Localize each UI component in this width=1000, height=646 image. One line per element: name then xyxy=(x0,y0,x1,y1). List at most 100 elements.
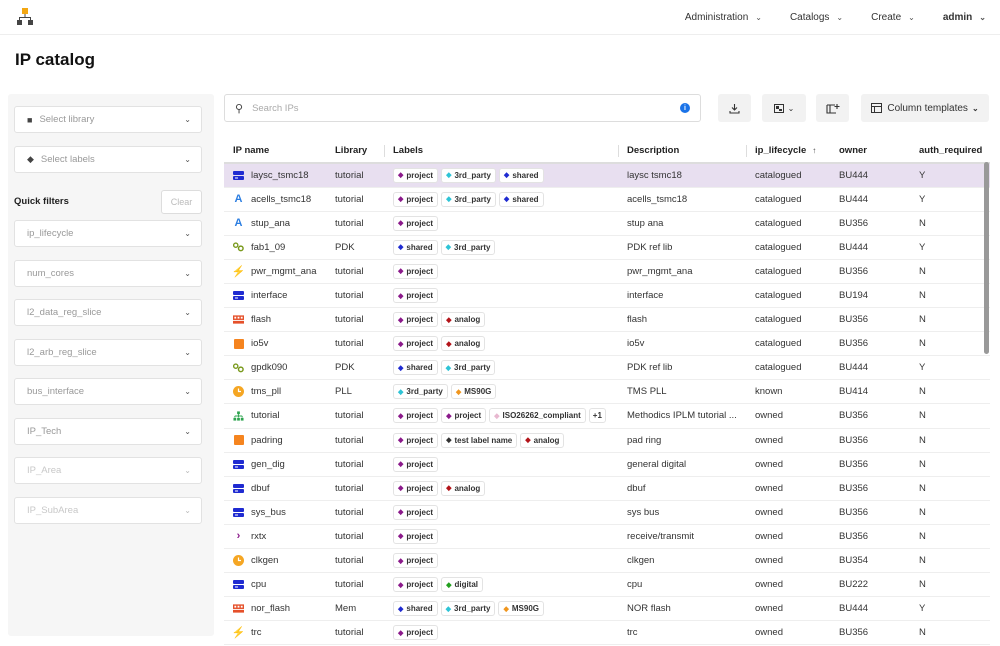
quick-filter-ip-tech[interactable]: IP_Tech ⌄ xyxy=(14,417,202,445)
table-row[interactable]: ⚡ trc tutorial ◆ project trc owned BU356 N xyxy=(224,620,990,646)
quick-filter-l2-arb-reg-slice[interactable]: l2_arb_reg_slice ⌄ xyxy=(14,338,202,366)
app-logo-icon[interactable] xyxy=(16,8,34,26)
ip-name[interactable]: clkgen xyxy=(251,555,278,566)
ip-name[interactable]: stup_ana xyxy=(251,218,290,229)
label-tag[interactable]: ◆ project xyxy=(393,215,439,231)
label-tag[interactable]: ◆ shared xyxy=(393,601,438,617)
cell-ip-name[interactable]: io5v xyxy=(224,331,326,357)
table-row[interactable]: Aacells_tsmc18 tutorial ◆ project ◆ 3rd_par… xyxy=(224,187,990,212)
cell-ip-name[interactable]: ⚡ trc xyxy=(224,620,326,646)
quick-filter-l2-data-reg-slice[interactable]: l2_data_reg_slice ⌄ xyxy=(14,299,202,326)
table-row[interactable]: flash tutorial ◆ project ◆ analog flash cat… xyxy=(224,307,990,333)
label-tag[interactable]: ◆ analog xyxy=(441,480,486,496)
ip-name[interactable]: cpu xyxy=(251,579,266,590)
cell-ip-name[interactable]: dbuf xyxy=(224,476,326,501)
column-templates-button[interactable]: Column templates ⌄ xyxy=(861,94,989,122)
table-row[interactable]: cpu tutorial ◆ project ◆ digital cpu owned … xyxy=(224,572,990,598)
nav-catalogs[interactable]: Catalogs ⌄ xyxy=(790,12,843,23)
label-tag[interactable]: ◆ project xyxy=(393,263,439,279)
nav-create[interactable]: Create ⌄ xyxy=(871,12,915,23)
label-tag[interactable]: ◆ analog xyxy=(520,432,565,448)
cell-ip-name[interactable]: clkgen xyxy=(224,548,326,574)
label-tag[interactable]: ◆ analog xyxy=(441,312,486,328)
label-tag[interactable]: ◆ shared xyxy=(498,167,544,183)
label-tag[interactable]: ◆ shared xyxy=(393,360,438,376)
ip-name[interactable]: tutorial xyxy=(251,410,280,421)
label-tag[interactable]: ◆ 3rd_party xyxy=(393,384,448,400)
label-tag[interactable]: ◆ project xyxy=(393,432,439,448)
ip-name[interactable]: nor_flash xyxy=(251,603,290,614)
ip-name[interactable]: io5v xyxy=(251,338,268,349)
table-row[interactable]: clkgen tutorial ◆ project clkgen owned BU… xyxy=(224,548,990,574)
table-row[interactable]: padring tutorial ◆ project ◆ test label nam… xyxy=(224,428,990,453)
label-tag[interactable]: ◆ 3rd_party xyxy=(441,191,496,207)
ip-name[interactable]: sys_bus xyxy=(251,507,286,518)
cell-ip-name[interactable]: nor_flash xyxy=(224,596,326,622)
table-row[interactable]: fab1_09 PDK ◆ shared ◆ 3rd_party PDK ref li… xyxy=(224,235,990,260)
table-row[interactable]: gpdk090 PDK ◆ shared ◆ 3rd_party PDK ref li… xyxy=(224,355,990,381)
library-select[interactable]: ■ Select library ⌄ xyxy=(14,106,202,133)
ip-name[interactable]: padring xyxy=(251,435,283,446)
cell-ip-name[interactable]: sys_bus xyxy=(224,500,326,525)
column-separator[interactable] xyxy=(618,145,619,157)
label-tag[interactable]: ◆ project xyxy=(393,336,439,352)
label-tag[interactable]: ◆ project xyxy=(441,408,487,424)
ip-name[interactable]: gpdk090 xyxy=(251,362,287,373)
ip-name[interactable]: interface xyxy=(251,290,287,301)
table-row[interactable]: tms_pll PLL ◆ 3rd_party ◆ MS90G TMS PLL kno… xyxy=(224,379,990,405)
cell-ip-name[interactable]: Aacells_tsmc18 xyxy=(224,187,326,212)
table-row[interactable]: ⚡ pwr_mgmt_ana tutorial ◆ project pwr_mgmt… xyxy=(224,259,990,284)
cell-ip-name[interactable]: tutorial xyxy=(224,403,326,429)
quick-filter-num-cores[interactable]: num_cores ⌄ xyxy=(14,259,202,287)
user-menu[interactable]: admin ⌄ xyxy=(943,12,986,23)
ip-name[interactable]: gen_dig xyxy=(251,459,285,470)
column-header-auth-required[interactable]: auth_required xyxy=(910,139,990,164)
cell-ip-name[interactable]: tms_pll xyxy=(224,379,326,405)
label-tag[interactable]: ◆ MS90G xyxy=(498,601,544,617)
label-tag[interactable]: ◆ project xyxy=(393,288,439,304)
column-header-ip-name[interactable]: IP name xyxy=(224,139,326,164)
label-tag[interactable]: ◆ shared xyxy=(498,191,544,207)
ip-name[interactable]: acells_tsmc18 xyxy=(251,194,311,205)
table-row[interactable]: sys_bus tutorial ◆ project sys bus owned … xyxy=(224,500,990,525)
cell-ip-name[interactable]: fab1_09 xyxy=(224,235,326,260)
table-row[interactable]: laysc_tsmc18 tutorial ◆ project ◆ 3rd_party… xyxy=(224,163,990,188)
label-tag[interactable]: ◆ project xyxy=(393,553,439,569)
clear-filters-button[interactable]: Clear xyxy=(161,190,202,214)
cell-ip-name[interactable]: interface xyxy=(224,283,326,309)
cell-ip-name[interactable]: gen_dig xyxy=(224,452,326,477)
column-header-library[interactable]: Library xyxy=(326,139,384,164)
cell-ip-name[interactable]: laysc_tsmc18 xyxy=(224,163,326,188)
table-row[interactable]: › rxtx tutorial ◆ project receive/transmit… xyxy=(224,524,990,550)
label-tag[interactable]: ◆ project xyxy=(393,577,439,593)
label-tag[interactable]: ◆ 3rd_party xyxy=(440,239,496,255)
ip-name[interactable]: rxtx xyxy=(251,531,266,542)
label-tag[interactable]: ◆ project xyxy=(393,504,439,520)
table-row[interactable]: interface tutorial ◆ project interface ca… xyxy=(224,283,990,309)
add-column-button[interactable] xyxy=(816,94,849,122)
column-header-ip-lifecycle[interactable]: ip_lifecycle ↑ xyxy=(746,139,830,164)
label-tag[interactable]: ◆ project xyxy=(393,456,439,472)
column-header-owner[interactable]: owner xyxy=(830,139,910,164)
nav-administration[interactable]: Administration ⌄ xyxy=(685,12,762,23)
table-row[interactable]: Astup_ana tutorial ◆ project stup ana cat… xyxy=(224,211,990,236)
label-tag[interactable]: ◆ project xyxy=(393,191,439,207)
label-tag[interactable]: ◆ 3rd_party xyxy=(440,601,496,617)
label-tag[interactable]: ◆ project xyxy=(393,408,439,424)
cell-ip-name[interactable]: cpu xyxy=(224,572,326,598)
table-row[interactable]: tutorial tutorial ◆ project ◆ project ◆ ISO26… xyxy=(224,403,990,429)
label-tag[interactable]: ◆ digital xyxy=(441,577,484,593)
table-row[interactable]: io5v tutorial ◆ project ◆ analog io5v catal… xyxy=(224,331,990,357)
label-tag[interactable]: ◆ project xyxy=(393,480,439,496)
label-tag[interactable]: ◆ project xyxy=(393,312,439,328)
table-row[interactable]: dbuf tutorial ◆ project ◆ analog dbuf owned… xyxy=(224,476,990,501)
ip-name[interactable]: flash xyxy=(251,314,271,325)
sort-ascending-icon[interactable]: ↑ xyxy=(812,146,816,155)
column-header-labels[interactable]: Labels xyxy=(384,139,618,164)
quick-filter-ip-lifecycle[interactable]: ip_lifecycle ⌄ xyxy=(14,220,202,247)
label-tag[interactable]: ◆ project xyxy=(393,625,439,641)
download-button[interactable] xyxy=(718,94,751,122)
label-tag[interactable]: ◆ project xyxy=(393,167,439,183)
cell-ip-name[interactable]: padring xyxy=(224,428,326,453)
label-tag[interactable]: ◆ ISO26262_compliant xyxy=(489,408,586,424)
